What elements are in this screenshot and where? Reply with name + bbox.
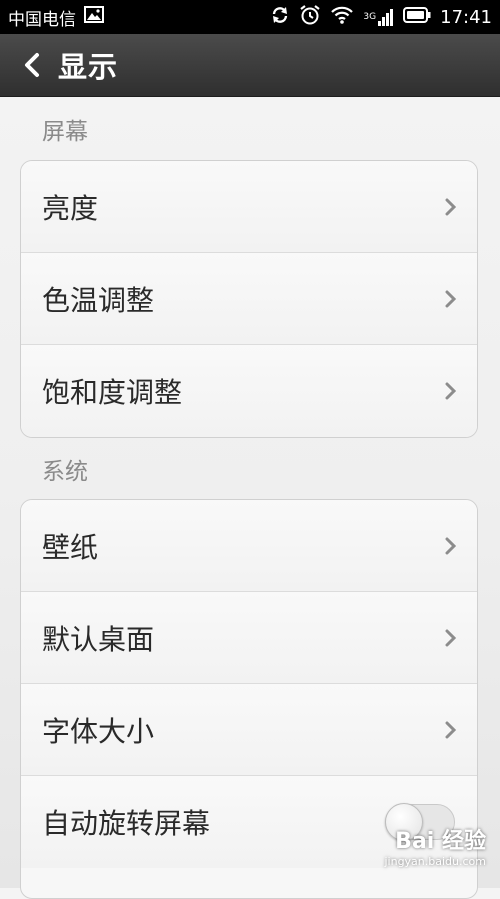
signal-icon: 3G: [363, 8, 394, 26]
setting-font-size[interactable]: 字体大小: [21, 684, 477, 776]
setting-label: 色温调整: [42, 283, 155, 317]
setting-saturation[interactable]: 饱和度调整: [21, 345, 477, 437]
image-notification-icon: [84, 6, 104, 28]
section-header-screen: 屏幕: [42, 119, 88, 145]
setting-label: 默认桌面: [42, 622, 155, 656]
battery-icon: [403, 6, 431, 28]
title-bar: 显示: [0, 34, 500, 97]
setting-label: 壁纸: [42, 530, 99, 564]
chevron-right-icon: [445, 537, 457, 554]
watermark-logo: Bai 经验: [395, 829, 486, 854]
setting-label: 字体大小: [42, 714, 155, 748]
setting-wallpaper[interactable]: 壁纸: [21, 500, 477, 592]
alarm-icon: [299, 4, 321, 31]
back-arrow-icon: [25, 53, 39, 77]
chevron-right-icon: [445, 198, 457, 215]
setting-color-temperature[interactable]: 色温调整: [21, 253, 477, 345]
network-type-label: 3G: [363, 11, 377, 22]
setting-label: 亮度: [42, 191, 99, 225]
carrier-name: 中国电信: [8, 9, 76, 30]
setting-label: 饱和度调整: [42, 376, 183, 409]
watermark: Bai 经验 jingyan.baidu.com: [384, 823, 486, 868]
setting-brightness[interactable]: 亮度: [21, 161, 477, 253]
clock: 17:41: [440, 6, 492, 28]
back-button[interactable]: [10, 34, 54, 96]
section-header-system: 系统: [42, 459, 88, 485]
chevron-right-icon: [445, 382, 457, 400]
chevron-right-icon: [445, 721, 457, 738]
setting-label: 自动旋转屏幕: [42, 807, 211, 840]
chevron-right-icon: [445, 290, 457, 307]
watermark-url: jingyan.baidu.com: [384, 855, 486, 868]
setting-default-launcher[interactable]: 默认桌面: [21, 592, 477, 684]
settings-group-screen: 亮度 色温调整 饱和度调整: [20, 160, 478, 438]
page-title: 显示: [58, 50, 119, 84]
wifi-icon: [330, 5, 354, 30]
chevron-right-icon: [445, 629, 457, 646]
status-bar: 中国电信 3G 17:41: [0, 0, 500, 34]
sync-icon: [270, 5, 290, 30]
